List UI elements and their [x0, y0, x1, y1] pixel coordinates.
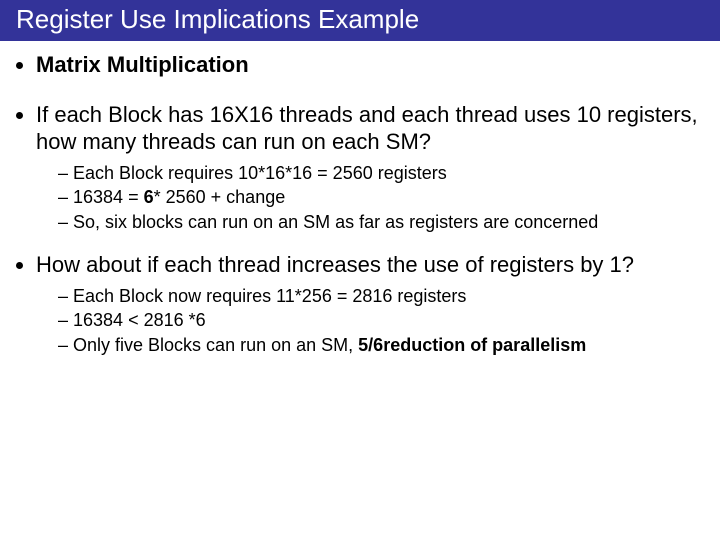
- bullet-list: Matrix Multiplication If each Block has …: [0, 51, 720, 356]
- bullet-question-1: If each Block has 16X16 threads and each…: [36, 101, 700, 234]
- sub-2-3-c: reduction of parallelism: [383, 335, 586, 355]
- sub-2-1: Each Block now requires 11*256 = 2816 re…: [58, 285, 700, 308]
- sub-1-2-b: 6: [144, 187, 154, 207]
- sub-1-3: So, six blocks can run on an SM as far a…: [58, 211, 700, 234]
- sub-2-2: 16384 < 2816 *6: [58, 309, 700, 332]
- bullet-question-2-text: How about if each thread increases the u…: [36, 252, 634, 277]
- sub-2-3: Only five Blocks can run on an SM, 5/6re…: [58, 334, 700, 357]
- sub-2-3-a: Only five Blocks can run on an SM,: [73, 335, 358, 355]
- sub-2-3-b: 5/6: [358, 335, 383, 355]
- sub-1-1: Each Block requires 10*16*16 = 2560 regi…: [58, 162, 700, 185]
- sublist-2: Each Block now requires 11*256 = 2816 re…: [36, 285, 700, 357]
- slide: Register Use Implications Example Matrix…: [0, 0, 720, 540]
- sub-1-2-a: 16384 =: [73, 187, 144, 207]
- bullet-question-2: How about if each thread increases the u…: [36, 251, 700, 356]
- bullet-matrix-mult: Matrix Multiplication: [36, 51, 700, 79]
- sub-1-2: 16384 = 6* 2560 + change: [58, 186, 700, 209]
- sub-1-2-c: * 2560 + change: [154, 187, 286, 207]
- sublist-1: Each Block requires 10*16*16 = 2560 regi…: [36, 162, 700, 234]
- bullet-question-1-text: If each Block has 16X16 threads and each…: [36, 102, 698, 155]
- slide-title: Register Use Implications Example: [0, 0, 720, 41]
